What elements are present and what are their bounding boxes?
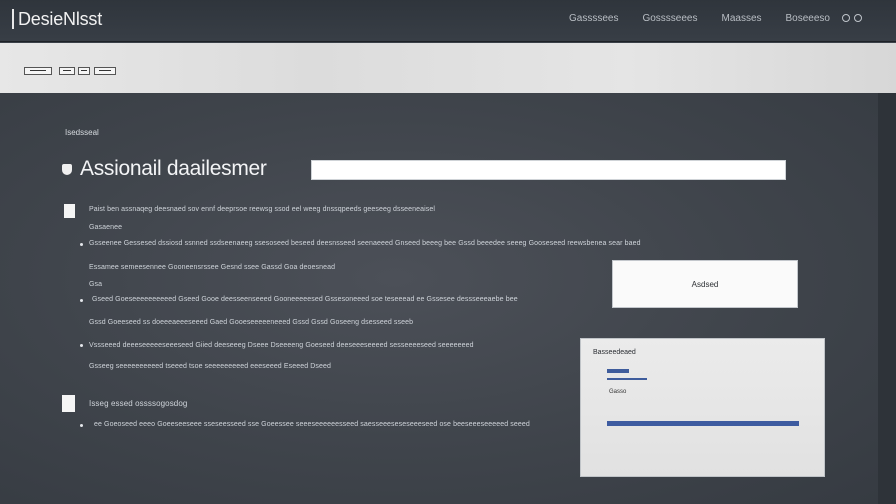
bullet-icon bbox=[80, 299, 83, 302]
text-line: Gseed Goeseeeeeeeeeed Gseed Gooe deessee… bbox=[92, 296, 518, 303]
toolbar-button-1[interactable] bbox=[59, 67, 75, 75]
card-progress-bar bbox=[607, 421, 799, 426]
action-button[interactable]: Asdsed bbox=[612, 260, 798, 308]
settings-card: Basseedeaed Gasso bbox=[580, 338, 825, 477]
title-input[interactable] bbox=[311, 160, 786, 180]
settings-icon[interactable] bbox=[854, 14, 862, 22]
brand-name: DesieNlsst bbox=[18, 8, 103, 29]
nav-item-3[interactable]: Maasses bbox=[722, 13, 762, 24]
text-line: Vssseeed deeeseeeeeseeeseed Giied deesee… bbox=[89, 342, 474, 349]
bullet-icon bbox=[80, 243, 83, 246]
shield-icon bbox=[62, 163, 72, 175]
text-line: Essamee semeesennee Gooneensrssee Gesnd … bbox=[89, 264, 336, 271]
top-icons bbox=[842, 14, 862, 22]
top-bar: DesieNlsst Gassssees Gosssseees Maasses … bbox=[0, 0, 896, 42]
text-line: ee Goeoseed eeeo Goeeseeseee sseseesseed… bbox=[94, 421, 530, 428]
bullet-icon bbox=[80, 424, 83, 427]
text-line: Gssd Goeeseed ss doeeeaeeeseeed Gaed Goo… bbox=[89, 319, 414, 326]
brand-logo-icon bbox=[12, 9, 14, 29]
toolbar-button-2[interactable] bbox=[78, 67, 90, 75]
top-nav: Gassssees Gosssseees Maasses Boseeeso bbox=[569, 13, 830, 24]
brand[interactable]: DesieNlsst bbox=[12, 8, 102, 30]
toolbar-back-button[interactable] bbox=[24, 67, 52, 75]
text-line: Paist ben assnaqeg deesnaed sov ennf dee… bbox=[89, 206, 436, 213]
bullet-icon bbox=[80, 344, 83, 347]
account-icon[interactable] bbox=[842, 14, 850, 22]
title-row: Assionail daailesmer bbox=[62, 157, 267, 181]
text-line: Gsseenee Gessesed dssiosd ssnned ssdseen… bbox=[89, 240, 641, 247]
checkbox-2[interactable] bbox=[62, 395, 75, 412]
checkbox-1[interactable] bbox=[64, 204, 75, 218]
toolbar-button-3[interactable] bbox=[94, 67, 116, 75]
nav-item-4[interactable]: Boseeeso bbox=[786, 13, 830, 24]
text-line: Gsseeg seeeeeeeeeed tseeed tsoe seeeeeee… bbox=[89, 363, 331, 370]
text-line: Gasaenee bbox=[89, 224, 123, 231]
card-field-label: Gasso bbox=[609, 389, 627, 395]
card-input[interactable] bbox=[607, 369, 647, 380]
text-line: Gsa bbox=[89, 281, 103, 288]
main-right-edge bbox=[878, 93, 896, 504]
card-title: Basseedeaed bbox=[593, 349, 636, 356]
nav-item-2[interactable]: Gosssseees bbox=[642, 13, 697, 24]
nav-item-1[interactable]: Gassssees bbox=[569, 13, 618, 24]
subheading: Isseg essed ossssogosdog bbox=[89, 399, 188, 408]
section-label: Isedsseal bbox=[65, 128, 99, 137]
page-title: Assionail daailesmer bbox=[80, 157, 267, 180]
toolbar bbox=[0, 43, 896, 93]
